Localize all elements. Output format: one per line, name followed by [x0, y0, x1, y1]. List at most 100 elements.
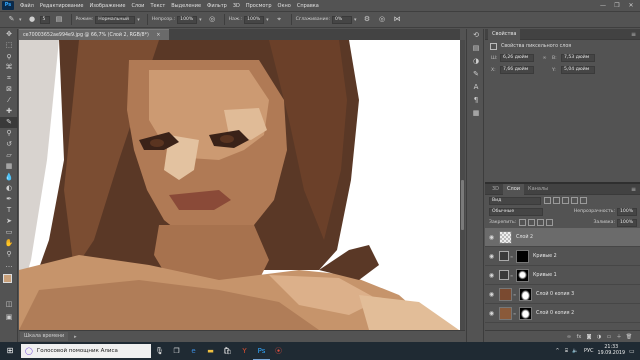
menu-layers[interactable]: Слои [128, 3, 147, 9]
type-tool-icon[interactable]: T [0, 205, 18, 216]
history-brush-tool-icon[interactable]: ↺ [0, 139, 18, 150]
file-explorer-icon[interactable]: ▬ [202, 342, 219, 360]
symmetry-icon[interactable]: ⋈ [393, 15, 402, 24]
menu-select[interactable]: Выделение [168, 3, 204, 9]
layer-filter-select[interactable]: Вид [489, 196, 541, 205]
shape-tool-icon[interactable]: ▭ [0, 227, 18, 238]
marquee-tool-icon[interactable]: ⬚ [0, 40, 18, 51]
maximize-button[interactable]: ❐ [610, 0, 624, 11]
opacity-field[interactable]: 100% [177, 15, 198, 24]
chevron-down-icon[interactable]: ▾ [354, 17, 357, 23]
x-field[interactable]: 7,66 дюйм [500, 66, 534, 74]
layer-mask-thumbnail[interactable] [516, 249, 529, 263]
more-tools-icon[interactable]: … [0, 260, 18, 271]
layer-row[interactable]: ◉ ∞ Кривые 2 [485, 247, 640, 266]
healing-brush-tool-icon[interactable]: ✚ [0, 106, 18, 117]
lock-all-icon[interactable] [546, 219, 554, 226]
brush-tool-preset-icon[interactable]: ✎ [7, 15, 16, 24]
canvas[interactable] [19, 40, 460, 330]
task-view-icon[interactable]: ❐ [168, 342, 185, 360]
link-icon[interactable]: ∞ [540, 55, 549, 61]
close-window-button[interactable]: ✕ [624, 0, 638, 11]
menu-filter[interactable]: Фильтр [204, 3, 230, 9]
tab-3d[interactable]: 3D [488, 184, 503, 195]
menu-help[interactable]: Справка [294, 3, 322, 9]
quick-mask-icon[interactable]: ◫ [0, 299, 18, 310]
tab-channels[interactable]: Каналы [524, 184, 552, 195]
clock[interactable]: 21:33 19.09.2019 [598, 345, 625, 357]
edge-icon[interactable]: e [185, 342, 202, 360]
store-icon[interactable]: 🛍 [219, 342, 236, 360]
panel-menu-icon[interactable]: ≡ [631, 186, 636, 193]
brush-size-icon[interactable]: ● [28, 15, 37, 24]
filter-pixel-icon[interactable] [544, 197, 551, 204]
menu-text[interactable]: Текст [147, 3, 168, 9]
chevron-down-icon[interactable]: ▾ [266, 17, 269, 23]
panel-menu-icon[interactable]: ≡ [631, 31, 636, 38]
brush-size-field[interactable]: 5 [39, 15, 50, 24]
trash-icon[interactable]: 🗑 [624, 334, 634, 340]
brush-tool-icon[interactable]: ✎ [0, 117, 18, 128]
close-icon[interactable]: × [156, 33, 160, 38]
paragraph-icon[interactable]: ¶ [467, 94, 485, 107]
filter-adjustment-icon[interactable] [553, 197, 560, 204]
pen-tool-icon[interactable]: ✒ [0, 194, 18, 205]
lock-transparency-icon[interactable] [519, 219, 527, 226]
eye-icon[interactable]: ◉ [487, 272, 496, 279]
layer-row[interactable]: ◉ ∞ Слой 0 копия 2 [485, 304, 640, 323]
tab-properties[interactable]: Свойства [488, 28, 521, 40]
blend-mode-select[interactable]: Обычные [489, 207, 543, 216]
swatches-icon[interactable]: ▦ [467, 107, 485, 120]
screen-mode-icon[interactable]: ▣ [0, 312, 18, 323]
chevron-right-icon[interactable]: ▸ [74, 334, 77, 340]
history-icon[interactable]: ⟲ [467, 29, 485, 42]
lock-position-icon[interactable] [537, 219, 545, 226]
character-icon[interactable]: A [467, 81, 485, 94]
y-field[interactable]: 5,04 дюйм [561, 66, 595, 74]
airbrush-icon[interactable]: ⌖ [275, 15, 284, 24]
menu-3d[interactable]: 3D [230, 3, 243, 9]
layer-style-icon[interactable]: fx [574, 334, 584, 340]
eye-icon[interactable]: ◉ [487, 253, 496, 260]
language-indicator[interactable]: РУС [584, 348, 594, 354]
layer-row[interactable]: ◉ ∞ Кривые 1 [485, 266, 640, 285]
adjustments-icon[interactable]: ◑ [467, 55, 485, 68]
microphone-icon[interactable]: 🎙 [151, 342, 168, 360]
dodge-tool-icon[interactable]: ◐ [0, 183, 18, 194]
eye-icon[interactable]: ◉ [487, 234, 496, 241]
menu-edit[interactable]: Редактирование [37, 3, 87, 9]
eyedropper-tool-icon[interactable]: ⁄ [0, 95, 18, 106]
vertical-scrollbar[interactable] [460, 40, 465, 330]
blur-tool-icon[interactable]: 💧 [0, 172, 18, 183]
photoshop-taskbar-icon[interactable]: Ps [253, 342, 270, 360]
menu-view[interactable]: Просмотр [243, 3, 275, 9]
lock-pixels-icon[interactable] [528, 219, 536, 226]
move-tool-icon[interactable]: ✥ [0, 29, 18, 40]
timeline-tab[interactable]: Шкала времени [20, 332, 69, 341]
pressure-opacity-icon[interactable]: ◎ [208, 15, 217, 24]
pressure-size-icon[interactable]: ◎ [378, 15, 387, 24]
hand-tool-icon[interactable]: ✋ [0, 238, 18, 249]
tab-layers[interactable]: Слои [503, 183, 525, 195]
path-selection-tool-icon[interactable]: ➤ [0, 216, 18, 227]
eye-icon[interactable]: ◉ [487, 291, 496, 298]
recorder-icon[interactable]: ⦿ [270, 342, 287, 360]
layer-mask-thumbnail[interactable] [519, 287, 532, 301]
chevron-down-icon[interactable]: ▾ [199, 17, 202, 23]
volume-icon[interactable]: 🔈 [571, 348, 580, 354]
windows-start-icon[interactable]: ⊞ [0, 342, 20, 360]
zoom-tool-icon[interactable]: ⚲ [0, 249, 18, 260]
filter-shape-icon[interactable] [571, 197, 578, 204]
flow-field[interactable]: 100% [244, 15, 265, 24]
menu-window[interactable]: Окно [275, 3, 294, 9]
filter-type-icon[interactable] [562, 197, 569, 204]
layer-row[interactable]: ◉ Слой 2 [485, 228, 640, 247]
crop-tool-icon[interactable]: ⌗ [0, 73, 18, 84]
menu-image[interactable]: Изображение [86, 3, 128, 9]
new-layer-icon[interactable]: ＋ [614, 333, 624, 340]
mode-select[interactable]: Нормальный [95, 15, 136, 24]
document-tab[interactable]: ce70003652ae994e9.jpg @ 66,7% (Слой 2, R… [19, 29, 169, 40]
fill-field[interactable]: 100% [617, 218, 637, 227]
layer-mask-thumbnail[interactable] [519, 306, 532, 320]
gear-icon[interactable]: ⚙ [363, 15, 372, 24]
